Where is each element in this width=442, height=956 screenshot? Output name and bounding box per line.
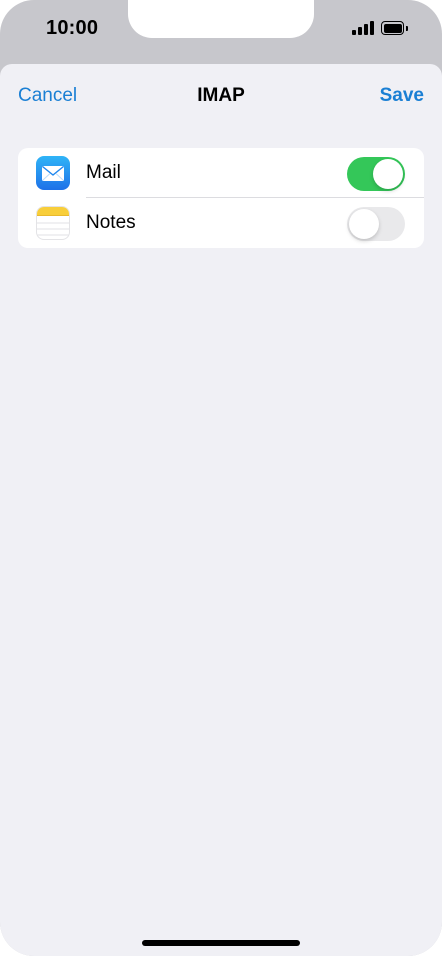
navigation-bar: Cancel IMAP Save bbox=[0, 64, 442, 128]
home-indicator[interactable] bbox=[142, 940, 300, 946]
mail-toggle[interactable] bbox=[347, 157, 405, 191]
device-frame: 10:00 Cancel IMAP Save Mail Notes bbox=[0, 0, 442, 956]
settings-sheet: Cancel IMAP Save Mail Notes bbox=[0, 64, 442, 956]
sync-options-list: Mail Notes bbox=[18, 148, 424, 248]
status-bar: 10:00 bbox=[0, 0, 442, 64]
notch bbox=[128, 0, 314, 38]
notes-toggle[interactable] bbox=[347, 207, 405, 241]
list-item-notes: Notes bbox=[18, 198, 424, 248]
status-time: 10:00 bbox=[46, 17, 99, 39]
mail-icon bbox=[36, 156, 70, 190]
list-item-mail: Mail bbox=[18, 148, 424, 198]
phone-screen: 10:00 Cancel IMAP Save Mail Notes bbox=[0, 0, 442, 956]
toggle-knob bbox=[349, 209, 379, 239]
notes-icon bbox=[36, 206, 70, 240]
page-title: IMAP bbox=[197, 85, 245, 106]
save-button[interactable]: Save bbox=[380, 85, 424, 107]
battery-icon bbox=[381, 21, 408, 35]
mail-label: Mail bbox=[86, 162, 121, 183]
cellular-signal-icon bbox=[352, 21, 376, 35]
notes-label: Notes bbox=[86, 212, 136, 233]
toggle-knob bbox=[373, 159, 403, 189]
